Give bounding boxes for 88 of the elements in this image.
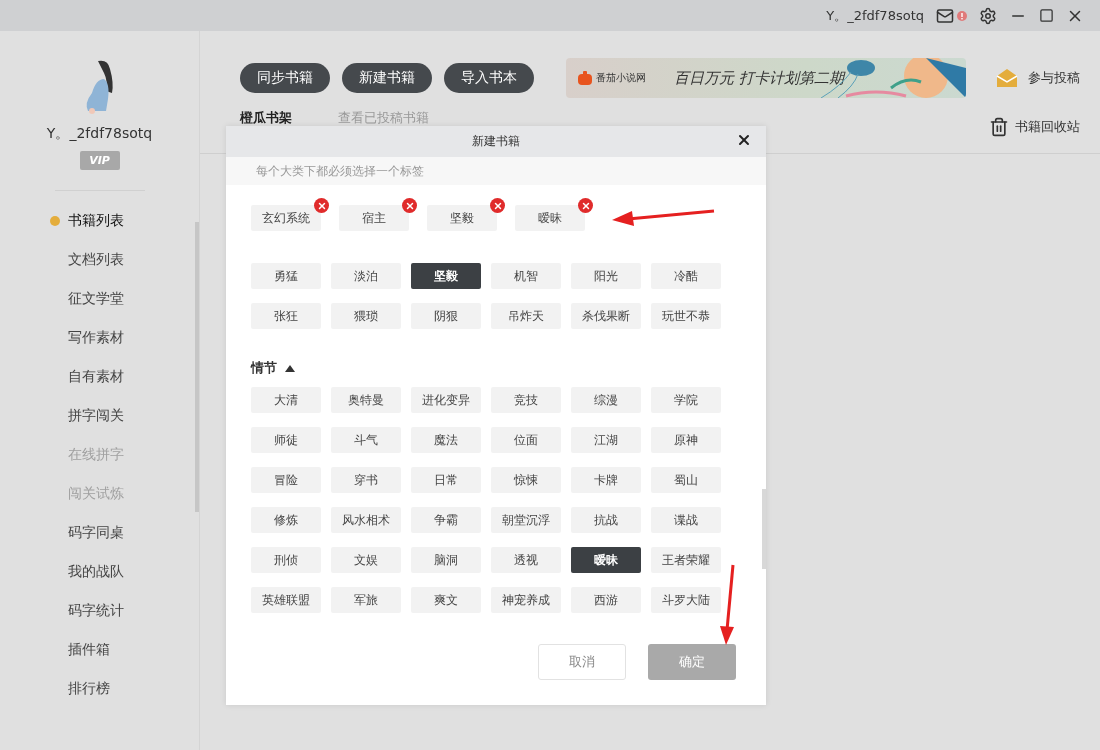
tag-option[interactable]: 朝堂沉浮 xyxy=(491,507,561,533)
tag-option[interactable]: 张狂 xyxy=(251,303,321,329)
settings-icon[interactable] xyxy=(979,6,997,25)
remove-icon[interactable] xyxy=(490,198,505,213)
remove-icon[interactable] xyxy=(578,198,593,213)
tag-option[interactable]: 奥特曼 xyxy=(331,387,401,413)
tag-option[interactable]: 透视 xyxy=(491,547,561,573)
tag-option[interactable]: 蜀山 xyxy=(651,467,721,493)
banner-text: 百日万元 打卡计划第二期 xyxy=(674,68,844,88)
remove-icon[interactable] xyxy=(314,198,329,213)
tag-option[interactable]: 师徒 xyxy=(251,427,321,453)
recycle-link[interactable]: 书籍回收站 xyxy=(1015,118,1080,136)
nav-item[interactable]: 码字统计 xyxy=(50,591,199,630)
tag-option[interactable]: 位面 xyxy=(491,427,561,453)
tag-option[interactable]: 原神 xyxy=(651,427,721,453)
tag-option[interactable]: 斗气 xyxy=(331,427,401,453)
tag-option[interactable]: 谍战 xyxy=(651,507,721,533)
tag-option[interactable]: 大清 xyxy=(251,387,321,413)
tag-option[interactable]: 综漫 xyxy=(571,387,641,413)
tag-option[interactable]: 进化变异 xyxy=(411,387,481,413)
tag-option[interactable]: 军旅 xyxy=(331,587,401,613)
tag-option[interactable]: 刑侦 xyxy=(251,547,321,573)
tag-option[interactable]: 暧昧 xyxy=(571,547,641,573)
collapse-icon[interactable] xyxy=(285,364,295,372)
tag-option[interactable]: 冒险 xyxy=(251,467,321,493)
tag-option[interactable]: 机智 xyxy=(491,263,561,289)
nav-item[interactable]: 插件箱 xyxy=(50,630,199,669)
nav-item[interactable]: 征文学堂 xyxy=(50,279,199,318)
dialog-title: 新建书籍 xyxy=(472,133,520,150)
trash-icon[interactable] xyxy=(989,117,1009,137)
tag-option[interactable]: 猥琐 xyxy=(331,303,401,329)
tag-option[interactable]: 英雄联盟 xyxy=(251,587,321,613)
tag-option[interactable]: 穿书 xyxy=(331,467,401,493)
remove-icon[interactable] xyxy=(402,198,417,213)
tag-option[interactable]: 阴狠 xyxy=(411,303,481,329)
scrollbar[interactable] xyxy=(762,489,766,569)
tag-option[interactable]: 脑洞 xyxy=(411,547,481,573)
nav-item[interactable]: 我的战队 xyxy=(50,552,199,591)
tag-option[interactable]: 卡牌 xyxy=(571,467,641,493)
tag-option[interactable]: 抗战 xyxy=(571,507,641,533)
tag-option[interactable]: 阳光 xyxy=(571,263,641,289)
tag-option[interactable]: 文娱 xyxy=(331,547,401,573)
tag-option[interactable]: 魔法 xyxy=(411,427,481,453)
tag-option[interactable]: 王者荣耀 xyxy=(651,547,721,573)
tag-option[interactable]: 淡泊 xyxy=(331,263,401,289)
tag-option[interactable]: 吊炸天 xyxy=(491,303,561,329)
tag-option[interactable]: 惊悚 xyxy=(491,467,561,493)
tag-option[interactable]: 冷酷 xyxy=(651,263,721,289)
nav-item[interactable]: 码字同桌 xyxy=(50,513,199,552)
close-button[interactable] xyxy=(736,132,752,148)
tag-option[interactable]: 江湖 xyxy=(571,427,641,453)
tag-option[interactable]: 日常 xyxy=(411,467,481,493)
nav-item[interactable]: 书籍列表 xyxy=(50,201,199,240)
tag-option[interactable]: 西游 xyxy=(571,587,641,613)
tag-option[interactable]: 爽文 xyxy=(411,587,481,613)
toolbar-button[interactable]: 同步书籍 xyxy=(240,63,330,93)
tag-option[interactable]: 杀伐果断 xyxy=(571,303,641,329)
tag-option[interactable]: 勇猛 xyxy=(251,263,321,289)
tag-option[interactable]: 争霸 xyxy=(411,507,481,533)
tag-option[interactable]: 修炼 xyxy=(251,507,321,533)
tag-option[interactable]: 风水相术 xyxy=(331,507,401,533)
group-title: 情节 xyxy=(251,359,277,377)
promo-banner[interactable]: 番茄小说网 百日万元 打卡计划第二期 xyxy=(566,58,966,98)
nav-item[interactable]: 排行榜 xyxy=(50,669,199,708)
cancel-button[interactable]: 取消 xyxy=(538,644,626,680)
mail-icon[interactable] xyxy=(936,6,954,25)
username: Y。_2fdf78sotq xyxy=(826,6,924,25)
vip-badge: VIP xyxy=(79,151,120,170)
submit-link[interactable]: 参与投稿 xyxy=(1028,69,1080,87)
nav-item[interactable]: 写作素材 xyxy=(50,318,199,357)
brand-logo-icon xyxy=(578,71,592,85)
maximize-icon[interactable] xyxy=(1039,8,1054,23)
toolbar-button[interactable]: 新建书籍 xyxy=(342,63,432,93)
selected-dot xyxy=(50,215,60,226)
hint-text: 每个大类下都必须选择一个标签 xyxy=(226,157,766,185)
brand-name: 番茄小说网 xyxy=(596,71,646,85)
tag-option[interactable]: 玩世不恭 xyxy=(651,303,721,329)
tab[interactable]: 橙瓜书架 xyxy=(240,109,292,127)
tag-option[interactable]: 斗罗大陆 xyxy=(651,587,721,613)
tag-option[interactable]: 竞技 xyxy=(491,387,561,413)
username: Y。_2fdf78sotq xyxy=(46,125,153,143)
nav-item[interactable]: 拼字闯关 xyxy=(50,396,199,435)
tag-option[interactable]: 坚毅 xyxy=(411,263,481,289)
nav-item[interactable]: 自有素材 xyxy=(50,357,199,396)
tag-option[interactable]: 神宠养成 xyxy=(491,587,561,613)
toolbar-button[interactable]: 导入书本 xyxy=(444,63,534,93)
nav-item[interactable]: 文档列表 xyxy=(50,240,199,279)
tag-option[interactable]: 学院 xyxy=(651,387,721,413)
